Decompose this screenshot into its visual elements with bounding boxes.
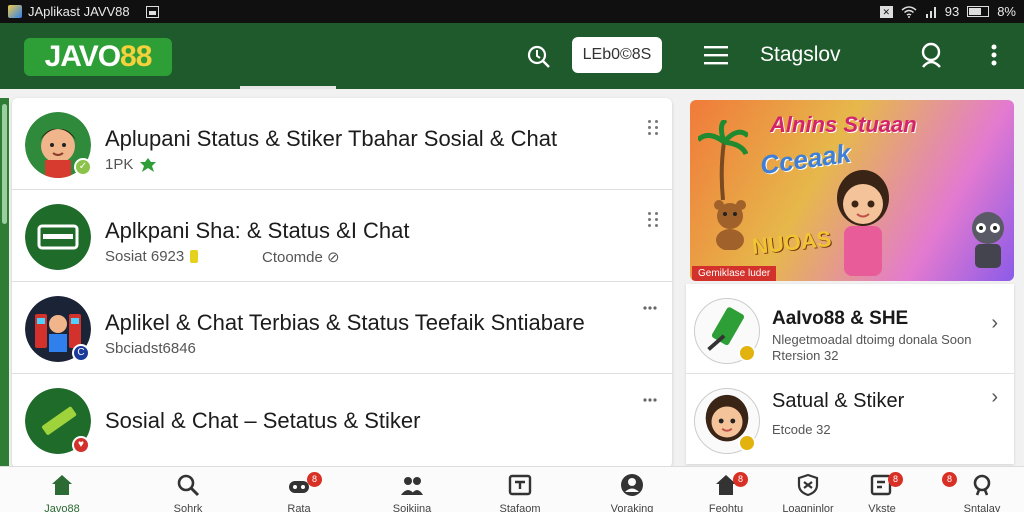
- status-app-title: JAplikast JAVV88: [28, 4, 130, 19]
- nav-label: Sojkiina: [392, 503, 432, 512]
- side-list-item[interactable]: Satual & Stiker Etcode 32 ›: [686, 374, 1014, 464]
- nav-badge: 8: [733, 472, 748, 487]
- promo-title: Alnins Stuaan: [770, 112, 917, 137]
- profile-icon: [621, 474, 643, 496]
- nav-badge: 8: [942, 472, 957, 487]
- gold-badge-icon: [738, 434, 756, 452]
- nav-label: Rata: [287, 503, 311, 512]
- green-leaf-icon: [140, 157, 157, 172]
- battery-text: 8%: [997, 4, 1016, 19]
- green-check-badge-icon: ✓: [74, 158, 92, 176]
- search-icon-2: [973, 474, 991, 496]
- location-search-icon[interactable]: [525, 43, 551, 69]
- promo-tag: Gemiklase luder: [692, 266, 777, 281]
- palm-tree-icon: [698, 120, 748, 200]
- list-item-subtitle-row: 1PK: [105, 156, 157, 173]
- home-icon: [52, 475, 72, 495]
- nav-item-feed[interactable]: 8 Feohtu: [686, 467, 766, 512]
- close-notification-icon: ✕: [879, 5, 893, 18]
- promo-word: NUOAS: [750, 225, 833, 260]
- more-horiz-icon[interactable]: [642, 396, 658, 410]
- nav-item-login[interactable]: Loagninlor: [768, 467, 848, 512]
- list-item[interactable]: ♥ Sosial & Chat – Setatus & Stiker: [12, 374, 672, 466]
- nav-label: Javo88: [44, 503, 80, 512]
- status-bar: JAplikast JAVV88 ✕ 93 8%: [0, 0, 1024, 23]
- app-logo[interactable]: JAVO88: [24, 38, 172, 76]
- side-item-title: Satual & Stiker: [772, 390, 905, 412]
- drag-handle-icon[interactable]: [648, 120, 658, 135]
- bear-character-icon: [714, 200, 746, 250]
- bottom-nav: Javo88 Sohrk 8 Rata Sojkiina Stafaom Vor…: [0, 466, 1024, 512]
- list-item-title: Aplkpani Sha: & Status &I Chat: [105, 218, 410, 243]
- heart-badge-icon: ♥: [72, 436, 90, 454]
- chat-list: ✓ Aplupani Status & Stiker Tbahar Sosial…: [12, 98, 672, 468]
- nav-label: Vkste: [868, 503, 896, 512]
- search-icon: [177, 474, 200, 497]
- nav-label: Sohrk: [173, 503, 203, 512]
- image-icon: [145, 5, 159, 18]
- girl-character-icon: [837, 170, 889, 276]
- signal-icon: [925, 6, 936, 18]
- signal-text: 93: [944, 4, 960, 19]
- yellow-tag-icon: [190, 250, 199, 263]
- list-item-title: Aplikel & Chat Terbias & Status Teefaik …: [105, 310, 585, 335]
- inbox-icon: [508, 474, 532, 496]
- nav-badge: 8: [307, 472, 322, 487]
- nav-item-settings[interactable]: 8 Sntalay: [942, 467, 1022, 512]
- nav-label: Loagninlor: [782, 503, 834, 512]
- nav-item-search[interactable]: Sohrk: [148, 467, 228, 512]
- list-item-title: Sosial & Chat – Setatus & Stiker: [105, 408, 421, 433]
- logo-main-text: JAVO: [44, 40, 121, 73]
- chat-card-avatar-icon: [25, 204, 91, 270]
- nav-item-inbox[interactable]: Stafaom: [480, 467, 560, 512]
- wifi-icon: [901, 5, 917, 18]
- side-item-line2: Rtersion 32: [772, 348, 839, 363]
- list-item-subtitle: 1PK: [105, 156, 134, 173]
- list-item-title: Aplupani Status & Stiker Tbahar Sosial &…: [105, 126, 558, 151]
- side-item-line1: Nlegetmoadal dtoimg donala Soon: [772, 332, 972, 347]
- left-scroll-accent[interactable]: [0, 98, 9, 468]
- more-horiz-icon[interactable]: [642, 304, 658, 318]
- list-item[interactable]: ✓ Aplupani Status & Stiker Tbahar Sosial…: [12, 98, 672, 190]
- side-list-item[interactable]: AaIvo88 & SHE Nlegetmoadal dtoimg donala…: [686, 284, 1014, 374]
- nav-badge: 8: [888, 472, 903, 487]
- nav-item-games[interactable]: 8 Rata: [259, 467, 339, 512]
- search-chip[interactable]: LEb0©8S: [572, 37, 662, 73]
- chevron-right-icon[interactable]: ›: [991, 386, 998, 409]
- nav-label: Stafaom: [499, 503, 541, 512]
- menu-icon[interactable]: [703, 44, 729, 66]
- shield-x-icon: [797, 473, 819, 497]
- battery-icon: [967, 6, 990, 17]
- logo-accent-text: 88: [120, 40, 152, 73]
- list-item-subtitle-row: Sosiat 6923: [105, 248, 199, 265]
- gold-badge-icon: [738, 344, 756, 362]
- more-vert-icon[interactable]: [990, 43, 998, 67]
- side-item-title: AaIvo88 & SHE: [772, 308, 909, 329]
- list-item-subtitle-secondary: Ctoomde ⊘: [262, 249, 340, 266]
- list-item-subtitle: Sosiat 6923: [105, 248, 185, 265]
- list-item[interactable]: C Aplikel & Chat Terbias & Status Teefai…: [12, 282, 672, 374]
- nav-label: Voraking: [610, 503, 654, 512]
- list-item[interactable]: Aplkpani Sha: & Status &I Chat Sosiat 69…: [12, 190, 672, 282]
- app-icon: [8, 5, 22, 18]
- chevron-right-icon[interactable]: ›: [991, 312, 998, 335]
- app-bar: JAVO88 LEb0©8S Stagslov: [0, 23, 1024, 89]
- robot-character-icon: [972, 212, 1004, 268]
- nav-item-home[interactable]: Javo88: [22, 467, 102, 512]
- nav-item-people[interactable]: Sojkiina: [372, 467, 452, 512]
- promo-banner[interactable]: Alnins Stuaan Cceaak NUOAS Gemiklase lud…: [690, 100, 1014, 281]
- blue-c-badge-icon: C: [72, 344, 90, 362]
- list-item-subtitle: Sbciadst6846: [105, 340, 196, 357]
- nav-item-edit[interactable]: 8 Vkste: [842, 467, 922, 512]
- tab-indicator: [240, 86, 336, 89]
- drag-handle-icon[interactable]: [648, 212, 658, 227]
- nav-item-profile[interactable]: Voraking: [592, 467, 672, 512]
- app-bar-title: Stagslov: [760, 43, 841, 66]
- search-icon[interactable]: [918, 41, 946, 69]
- side-item-line2: Etcode 32: [772, 422, 831, 437]
- side-list: AaIvo88 & SHE Nlegetmoadal dtoimg donala…: [686, 284, 1014, 464]
- nav-label: Sntalay: [963, 503, 1001, 512]
- nav-label: Feohtu: [708, 503, 744, 512]
- people-icon: [401, 477, 423, 495]
